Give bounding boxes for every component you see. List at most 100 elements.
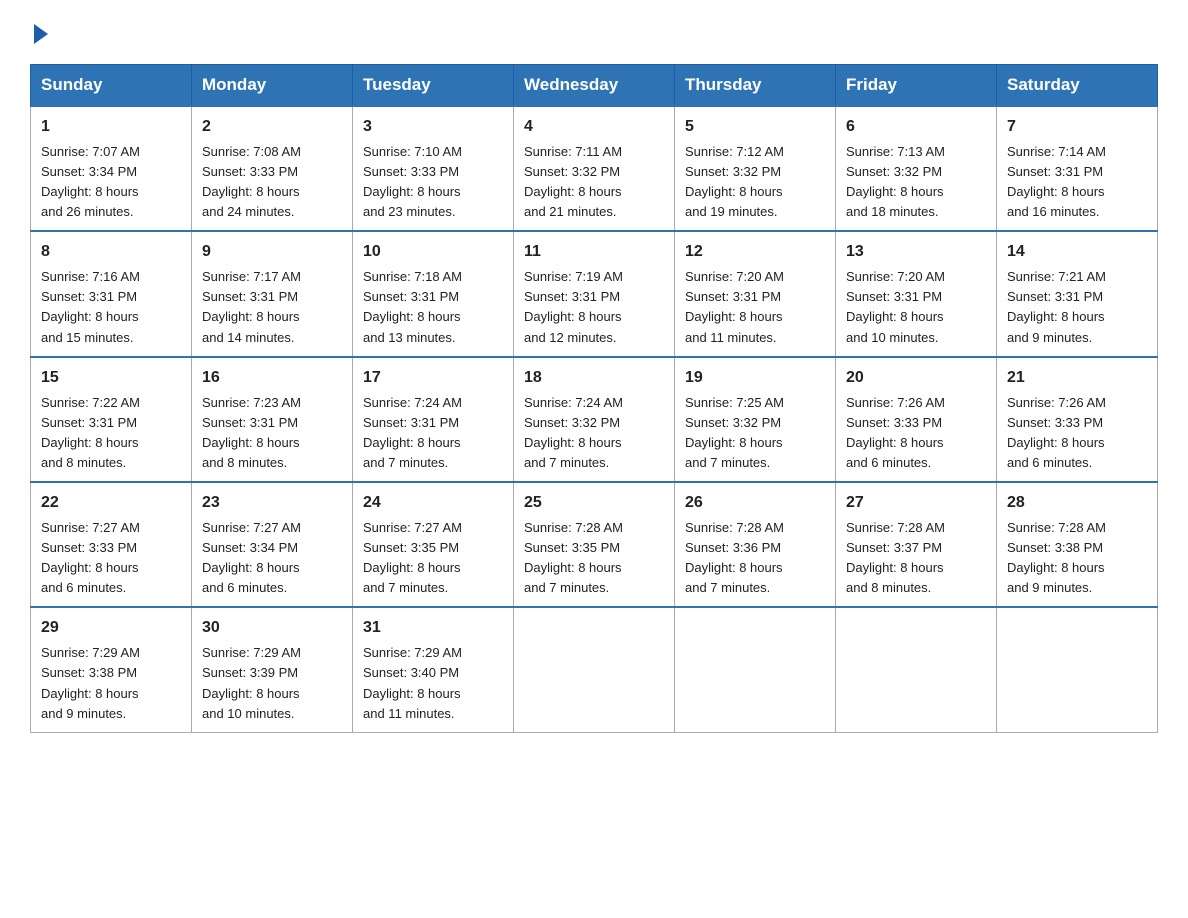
calendar-table: SundayMondayTuesdayWednesdayThursdayFrid…	[30, 64, 1158, 733]
day-detail: Sunrise: 7:28 AMSunset: 3:38 PMDaylight:…	[1007, 518, 1147, 599]
calendar-cell: 7Sunrise: 7:14 AMSunset: 3:31 PMDaylight…	[997, 106, 1158, 231]
calendar-cell	[836, 607, 997, 732]
day-number: 6	[846, 115, 986, 140]
calendar-cell: 28Sunrise: 7:28 AMSunset: 3:38 PMDayligh…	[997, 482, 1158, 607]
calendar-cell: 29Sunrise: 7:29 AMSunset: 3:38 PMDayligh…	[31, 607, 192, 732]
calendar-cell: 3Sunrise: 7:10 AMSunset: 3:33 PMDaylight…	[353, 106, 514, 231]
day-detail: Sunrise: 7:24 AMSunset: 3:31 PMDaylight:…	[363, 393, 503, 474]
day-detail: Sunrise: 7:23 AMSunset: 3:31 PMDaylight:…	[202, 393, 342, 474]
calendar-cell: 24Sunrise: 7:27 AMSunset: 3:35 PMDayligh…	[353, 482, 514, 607]
day-detail: Sunrise: 7:07 AMSunset: 3:34 PMDaylight:…	[41, 142, 181, 223]
col-header-saturday: Saturday	[997, 65, 1158, 107]
day-number: 8	[41, 240, 181, 265]
week-row-2: 8Sunrise: 7:16 AMSunset: 3:31 PMDaylight…	[31, 231, 1158, 356]
day-number: 18	[524, 366, 664, 391]
day-number: 3	[363, 115, 503, 140]
calendar-cell: 19Sunrise: 7:25 AMSunset: 3:32 PMDayligh…	[675, 357, 836, 482]
day-detail: Sunrise: 7:29 AMSunset: 3:40 PMDaylight:…	[363, 643, 503, 724]
day-number: 29	[41, 616, 181, 641]
calendar-cell: 30Sunrise: 7:29 AMSunset: 3:39 PMDayligh…	[192, 607, 353, 732]
calendar-cell: 13Sunrise: 7:20 AMSunset: 3:31 PMDayligh…	[836, 231, 997, 356]
week-row-3: 15Sunrise: 7:22 AMSunset: 3:31 PMDayligh…	[31, 357, 1158, 482]
day-number: 12	[685, 240, 825, 265]
day-detail: Sunrise: 7:26 AMSunset: 3:33 PMDaylight:…	[846, 393, 986, 474]
day-detail: Sunrise: 7:26 AMSunset: 3:33 PMDaylight:…	[1007, 393, 1147, 474]
day-number: 31	[363, 616, 503, 641]
day-number: 14	[1007, 240, 1147, 265]
day-detail: Sunrise: 7:28 AMSunset: 3:35 PMDaylight:…	[524, 518, 664, 599]
calendar-cell: 6Sunrise: 7:13 AMSunset: 3:32 PMDaylight…	[836, 106, 997, 231]
week-row-5: 29Sunrise: 7:29 AMSunset: 3:38 PMDayligh…	[31, 607, 1158, 732]
day-detail: Sunrise: 7:18 AMSunset: 3:31 PMDaylight:…	[363, 267, 503, 348]
calendar-cell: 27Sunrise: 7:28 AMSunset: 3:37 PMDayligh…	[836, 482, 997, 607]
logo	[30, 20, 48, 44]
day-detail: Sunrise: 7:27 AMSunset: 3:34 PMDaylight:…	[202, 518, 342, 599]
calendar-header-row: SundayMondayTuesdayWednesdayThursdayFrid…	[31, 65, 1158, 107]
day-number: 15	[41, 366, 181, 391]
calendar-cell: 2Sunrise: 7:08 AMSunset: 3:33 PMDaylight…	[192, 106, 353, 231]
day-number: 26	[685, 491, 825, 516]
day-number: 11	[524, 240, 664, 265]
day-number: 1	[41, 115, 181, 140]
calendar-cell: 23Sunrise: 7:27 AMSunset: 3:34 PMDayligh…	[192, 482, 353, 607]
day-number: 25	[524, 491, 664, 516]
day-number: 20	[846, 366, 986, 391]
day-detail: Sunrise: 7:28 AMSunset: 3:36 PMDaylight:…	[685, 518, 825, 599]
day-number: 16	[202, 366, 342, 391]
day-number: 7	[1007, 115, 1147, 140]
day-detail: Sunrise: 7:12 AMSunset: 3:32 PMDaylight:…	[685, 142, 825, 223]
day-number: 5	[685, 115, 825, 140]
calendar-cell: 14Sunrise: 7:21 AMSunset: 3:31 PMDayligh…	[997, 231, 1158, 356]
col-header-sunday: Sunday	[31, 65, 192, 107]
col-header-friday: Friday	[836, 65, 997, 107]
day-detail: Sunrise: 7:14 AMSunset: 3:31 PMDaylight:…	[1007, 142, 1147, 223]
calendar-cell	[675, 607, 836, 732]
day-detail: Sunrise: 7:29 AMSunset: 3:39 PMDaylight:…	[202, 643, 342, 724]
page-header	[30, 20, 1158, 44]
day-number: 17	[363, 366, 503, 391]
calendar-cell: 22Sunrise: 7:27 AMSunset: 3:33 PMDayligh…	[31, 482, 192, 607]
calendar-cell: 4Sunrise: 7:11 AMSunset: 3:32 PMDaylight…	[514, 106, 675, 231]
calendar-cell: 21Sunrise: 7:26 AMSunset: 3:33 PMDayligh…	[997, 357, 1158, 482]
calendar-cell: 5Sunrise: 7:12 AMSunset: 3:32 PMDaylight…	[675, 106, 836, 231]
day-detail: Sunrise: 7:24 AMSunset: 3:32 PMDaylight:…	[524, 393, 664, 474]
day-number: 4	[524, 115, 664, 140]
day-number: 2	[202, 115, 342, 140]
day-number: 10	[363, 240, 503, 265]
col-header-tuesday: Tuesday	[353, 65, 514, 107]
col-header-thursday: Thursday	[675, 65, 836, 107]
day-number: 27	[846, 491, 986, 516]
day-number: 9	[202, 240, 342, 265]
calendar-cell: 17Sunrise: 7:24 AMSunset: 3:31 PMDayligh…	[353, 357, 514, 482]
calendar-cell: 8Sunrise: 7:16 AMSunset: 3:31 PMDaylight…	[31, 231, 192, 356]
calendar-cell: 10Sunrise: 7:18 AMSunset: 3:31 PMDayligh…	[353, 231, 514, 356]
calendar-cell: 26Sunrise: 7:28 AMSunset: 3:36 PMDayligh…	[675, 482, 836, 607]
col-header-monday: Monday	[192, 65, 353, 107]
calendar-cell: 25Sunrise: 7:28 AMSunset: 3:35 PMDayligh…	[514, 482, 675, 607]
day-number: 23	[202, 491, 342, 516]
day-detail: Sunrise: 7:28 AMSunset: 3:37 PMDaylight:…	[846, 518, 986, 599]
day-detail: Sunrise: 7:29 AMSunset: 3:38 PMDaylight:…	[41, 643, 181, 724]
calendar-cell: 12Sunrise: 7:20 AMSunset: 3:31 PMDayligh…	[675, 231, 836, 356]
day-detail: Sunrise: 7:16 AMSunset: 3:31 PMDaylight:…	[41, 267, 181, 348]
day-detail: Sunrise: 7:27 AMSunset: 3:35 PMDaylight:…	[363, 518, 503, 599]
day-detail: Sunrise: 7:27 AMSunset: 3:33 PMDaylight:…	[41, 518, 181, 599]
day-detail: Sunrise: 7:13 AMSunset: 3:32 PMDaylight:…	[846, 142, 986, 223]
day-number: 28	[1007, 491, 1147, 516]
day-detail: Sunrise: 7:20 AMSunset: 3:31 PMDaylight:…	[846, 267, 986, 348]
calendar-cell: 31Sunrise: 7:29 AMSunset: 3:40 PMDayligh…	[353, 607, 514, 732]
calendar-cell: 20Sunrise: 7:26 AMSunset: 3:33 PMDayligh…	[836, 357, 997, 482]
day-detail: Sunrise: 7:20 AMSunset: 3:31 PMDaylight:…	[685, 267, 825, 348]
calendar-cell: 16Sunrise: 7:23 AMSunset: 3:31 PMDayligh…	[192, 357, 353, 482]
day-number: 22	[41, 491, 181, 516]
logo-arrow-icon	[34, 24, 48, 44]
calendar-cell	[997, 607, 1158, 732]
week-row-4: 22Sunrise: 7:27 AMSunset: 3:33 PMDayligh…	[31, 482, 1158, 607]
col-header-wednesday: Wednesday	[514, 65, 675, 107]
day-detail: Sunrise: 7:10 AMSunset: 3:33 PMDaylight:…	[363, 142, 503, 223]
week-row-1: 1Sunrise: 7:07 AMSunset: 3:34 PMDaylight…	[31, 106, 1158, 231]
day-detail: Sunrise: 7:17 AMSunset: 3:31 PMDaylight:…	[202, 267, 342, 348]
day-number: 21	[1007, 366, 1147, 391]
day-detail: Sunrise: 7:22 AMSunset: 3:31 PMDaylight:…	[41, 393, 181, 474]
day-detail: Sunrise: 7:21 AMSunset: 3:31 PMDaylight:…	[1007, 267, 1147, 348]
